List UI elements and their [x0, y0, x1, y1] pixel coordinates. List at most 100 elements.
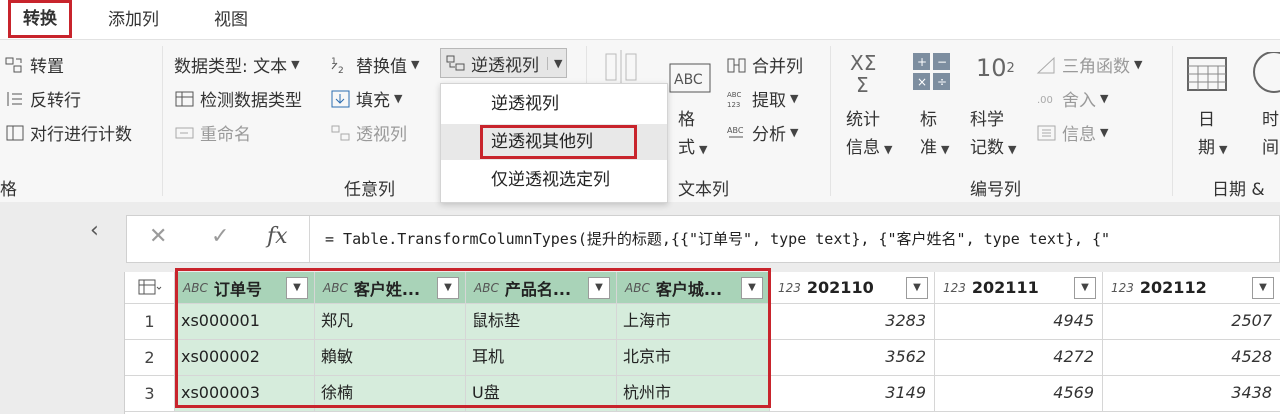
table-cell[interactable]: 4945: [935, 304, 1103, 340]
calendar-icon: [1187, 57, 1227, 91]
tab-add-column[interactable]: 添加列: [108, 0, 159, 40]
formula-input[interactable]: = Table.TransformColumnTypes(提升的标题,{{"订单…: [325, 228, 1110, 249]
detect-type-button[interactable]: 检测数据类型: [174, 86, 302, 111]
table-cell[interactable]: 3149: [770, 376, 935, 412]
pivot-column-button[interactable]: 透视列: [330, 120, 407, 145]
table-cell[interactable]: 賴敏: [315, 340, 466, 376]
table-cell[interactable]: 2507: [1103, 304, 1280, 340]
extract-button[interactable]: ABC 123 提取 ▼: [726, 86, 798, 112]
table-cell[interactable]: 北京市: [617, 340, 770, 376]
text-type-icon[interactable]: ABC: [625, 281, 650, 295]
time-button[interactable]: 时 间: [1262, 106, 1279, 162]
statistics-button[interactable]: 统计 信息 ▼: [846, 106, 892, 164]
rename-button[interactable]: 重命名: [174, 120, 251, 145]
filter-dropdown-icon[interactable]: ▼: [286, 276, 308, 299]
replace-values-button[interactable]: 12 替换值 ▼: [330, 52, 420, 78]
tab-view[interactable]: 视图: [214, 0, 248, 40]
text-type-icon[interactable]: ABC: [474, 281, 499, 295]
row-number[interactable]: 1: [125, 304, 175, 340]
standard-icon-wrap[interactable]: + − × ÷: [912, 52, 952, 92]
table-cell[interactable]: 上海市: [617, 304, 770, 340]
table-cell[interactable]: xs000003: [175, 376, 315, 412]
info-button[interactable]: 信息 ▼: [1036, 120, 1108, 145]
fill-label: 填充: [356, 91, 390, 111]
count-rows-button[interactable]: 对行进行计数: [4, 120, 132, 145]
highlight-box: [480, 125, 637, 159]
format-button[interactable]: 格 式 ▼: [678, 106, 707, 164]
column-header[interactable]: ABC 客户姓... ▼: [315, 272, 466, 304]
chevron-down-icon[interactable]: ▼: [547, 56, 562, 70]
chevron-down-icon: ▼: [411, 58, 420, 71]
table-cell[interactable]: 4528: [1103, 340, 1280, 376]
standard-button[interactable]: 标 准 ▼: [920, 106, 949, 164]
trig-button[interactable]: 三角函数 ▼: [1036, 52, 1142, 77]
menu-item-unpivot-selected-only[interactable]: 仅逆透视选定列: [441, 162, 667, 198]
confirm-icon[interactable]: ✓: [211, 224, 229, 249]
scientific-label-line2: 记数: [970, 138, 1004, 158]
statistics-icon-wrap[interactable]: XΣ Σ: [848, 50, 888, 96]
scientific-button[interactable]: 科学 记数 ▼: [970, 106, 1016, 164]
tab-transform[interactable]: 转换: [8, 0, 72, 38]
filter-dropdown-icon[interactable]: ▼: [437, 276, 459, 299]
column-header[interactable]: 123 202111 ▼: [935, 272, 1103, 304]
clock-icon-wrap[interactable]: [1250, 52, 1280, 94]
table-cell[interactable]: xs000002: [175, 340, 315, 376]
scientific-label-line1: 科学: [970, 110, 1004, 130]
table-cell[interactable]: 徐楠: [315, 376, 466, 412]
merge-columns-button[interactable]: 合并列: [726, 52, 803, 77]
filter-dropdown-icon[interactable]: ▼: [1074, 276, 1096, 299]
column-header-label: 202112: [1139, 278, 1207, 297]
text-column-group-label: 文本列: [678, 180, 729, 200]
filter-dropdown-icon[interactable]: ▼: [906, 276, 928, 299]
number-type-icon[interactable]: 123: [943, 281, 966, 295]
chevron-down-icon: ▼: [1008, 143, 1017, 156]
cancel-icon[interactable]: ✕: [149, 224, 167, 249]
trig-label: 三角函数: [1062, 57, 1130, 77]
table-cell[interactable]: 杭州市: [617, 376, 770, 412]
row-number[interactable]: 2: [125, 340, 175, 376]
column-header[interactable]: 123 202110 ▼: [770, 272, 935, 304]
table-cell[interactable]: 鼠标垫: [466, 304, 617, 340]
number-type-icon[interactable]: 123: [1111, 281, 1134, 295]
column-header[interactable]: ABC 客户城... ▼: [617, 272, 770, 304]
rounding-button[interactable]: .00 舍入 ▼: [1036, 86, 1108, 111]
table-cell[interactable]: U盘: [466, 376, 617, 412]
detect-type-label: 检测数据类型: [200, 91, 302, 111]
date-button[interactable]: 日 期 ▼: [1198, 106, 1227, 164]
table-cell[interactable]: 郑凡: [315, 304, 466, 340]
table-cell[interactable]: 4272: [935, 340, 1103, 376]
info-icon: [1037, 125, 1056, 140]
filter-dropdown-icon[interactable]: ▼: [588, 276, 610, 299]
table-cell[interactable]: 3562: [770, 340, 935, 376]
table-cell[interactable]: 3438: [1103, 376, 1280, 412]
table-cell[interactable]: 耳机: [466, 340, 617, 376]
table-cell[interactable]: 3283: [770, 304, 935, 340]
collapse-queries-icon[interactable]: ‹: [90, 218, 99, 243]
number-type-icon[interactable]: 123: [778, 281, 801, 295]
column-header[interactable]: ABC 产品名... ▼: [466, 272, 617, 304]
reverse-rows-button[interactable]: 反转行: [4, 86, 81, 111]
filter-dropdown-icon[interactable]: ▼: [1252, 276, 1274, 299]
fill-button[interactable]: 填充 ▼: [330, 86, 402, 111]
parse-button[interactable]: ABC 分析 ▼: [726, 120, 798, 145]
filter-dropdown-icon[interactable]: ▼: [741, 276, 763, 299]
menu-item-unpivot-columns[interactable]: 逆透视列: [441, 86, 667, 122]
ribbon-tabs: 转换 添加列 视图: [0, 0, 1280, 40]
column-header[interactable]: 123 202112 ▼: [1103, 272, 1280, 304]
svg-text:ABC: ABC: [727, 91, 741, 99]
text-type-icon[interactable]: ABC: [183, 281, 208, 295]
text-type-icon[interactable]: ABC: [323, 281, 348, 295]
column-header[interactable]: ABC 订单号 ▼: [175, 272, 315, 304]
calendar-icon-wrap[interactable]: [1186, 54, 1230, 94]
row-number[interactable]: 3: [125, 376, 175, 412]
format-button-icon-wrap[interactable]: ABC: [668, 62, 714, 96]
table-cell[interactable]: xs000001: [175, 304, 315, 340]
table-menu-button[interactable]: [125, 272, 175, 304]
unpivot-columns-button[interactable]: 逆透视列 ▼: [440, 48, 568, 78]
transpose-button[interactable]: 转置: [4, 52, 64, 77]
split-column-button[interactable]: [600, 50, 644, 84]
table-cell[interactable]: 4569: [935, 376, 1103, 412]
data-type-dropdown[interactable]: 数据类型: 文本 ▼: [174, 52, 300, 77]
svg-text:.00: .00: [1037, 95, 1053, 106]
fx-icon[interactable]: fx: [267, 224, 288, 249]
